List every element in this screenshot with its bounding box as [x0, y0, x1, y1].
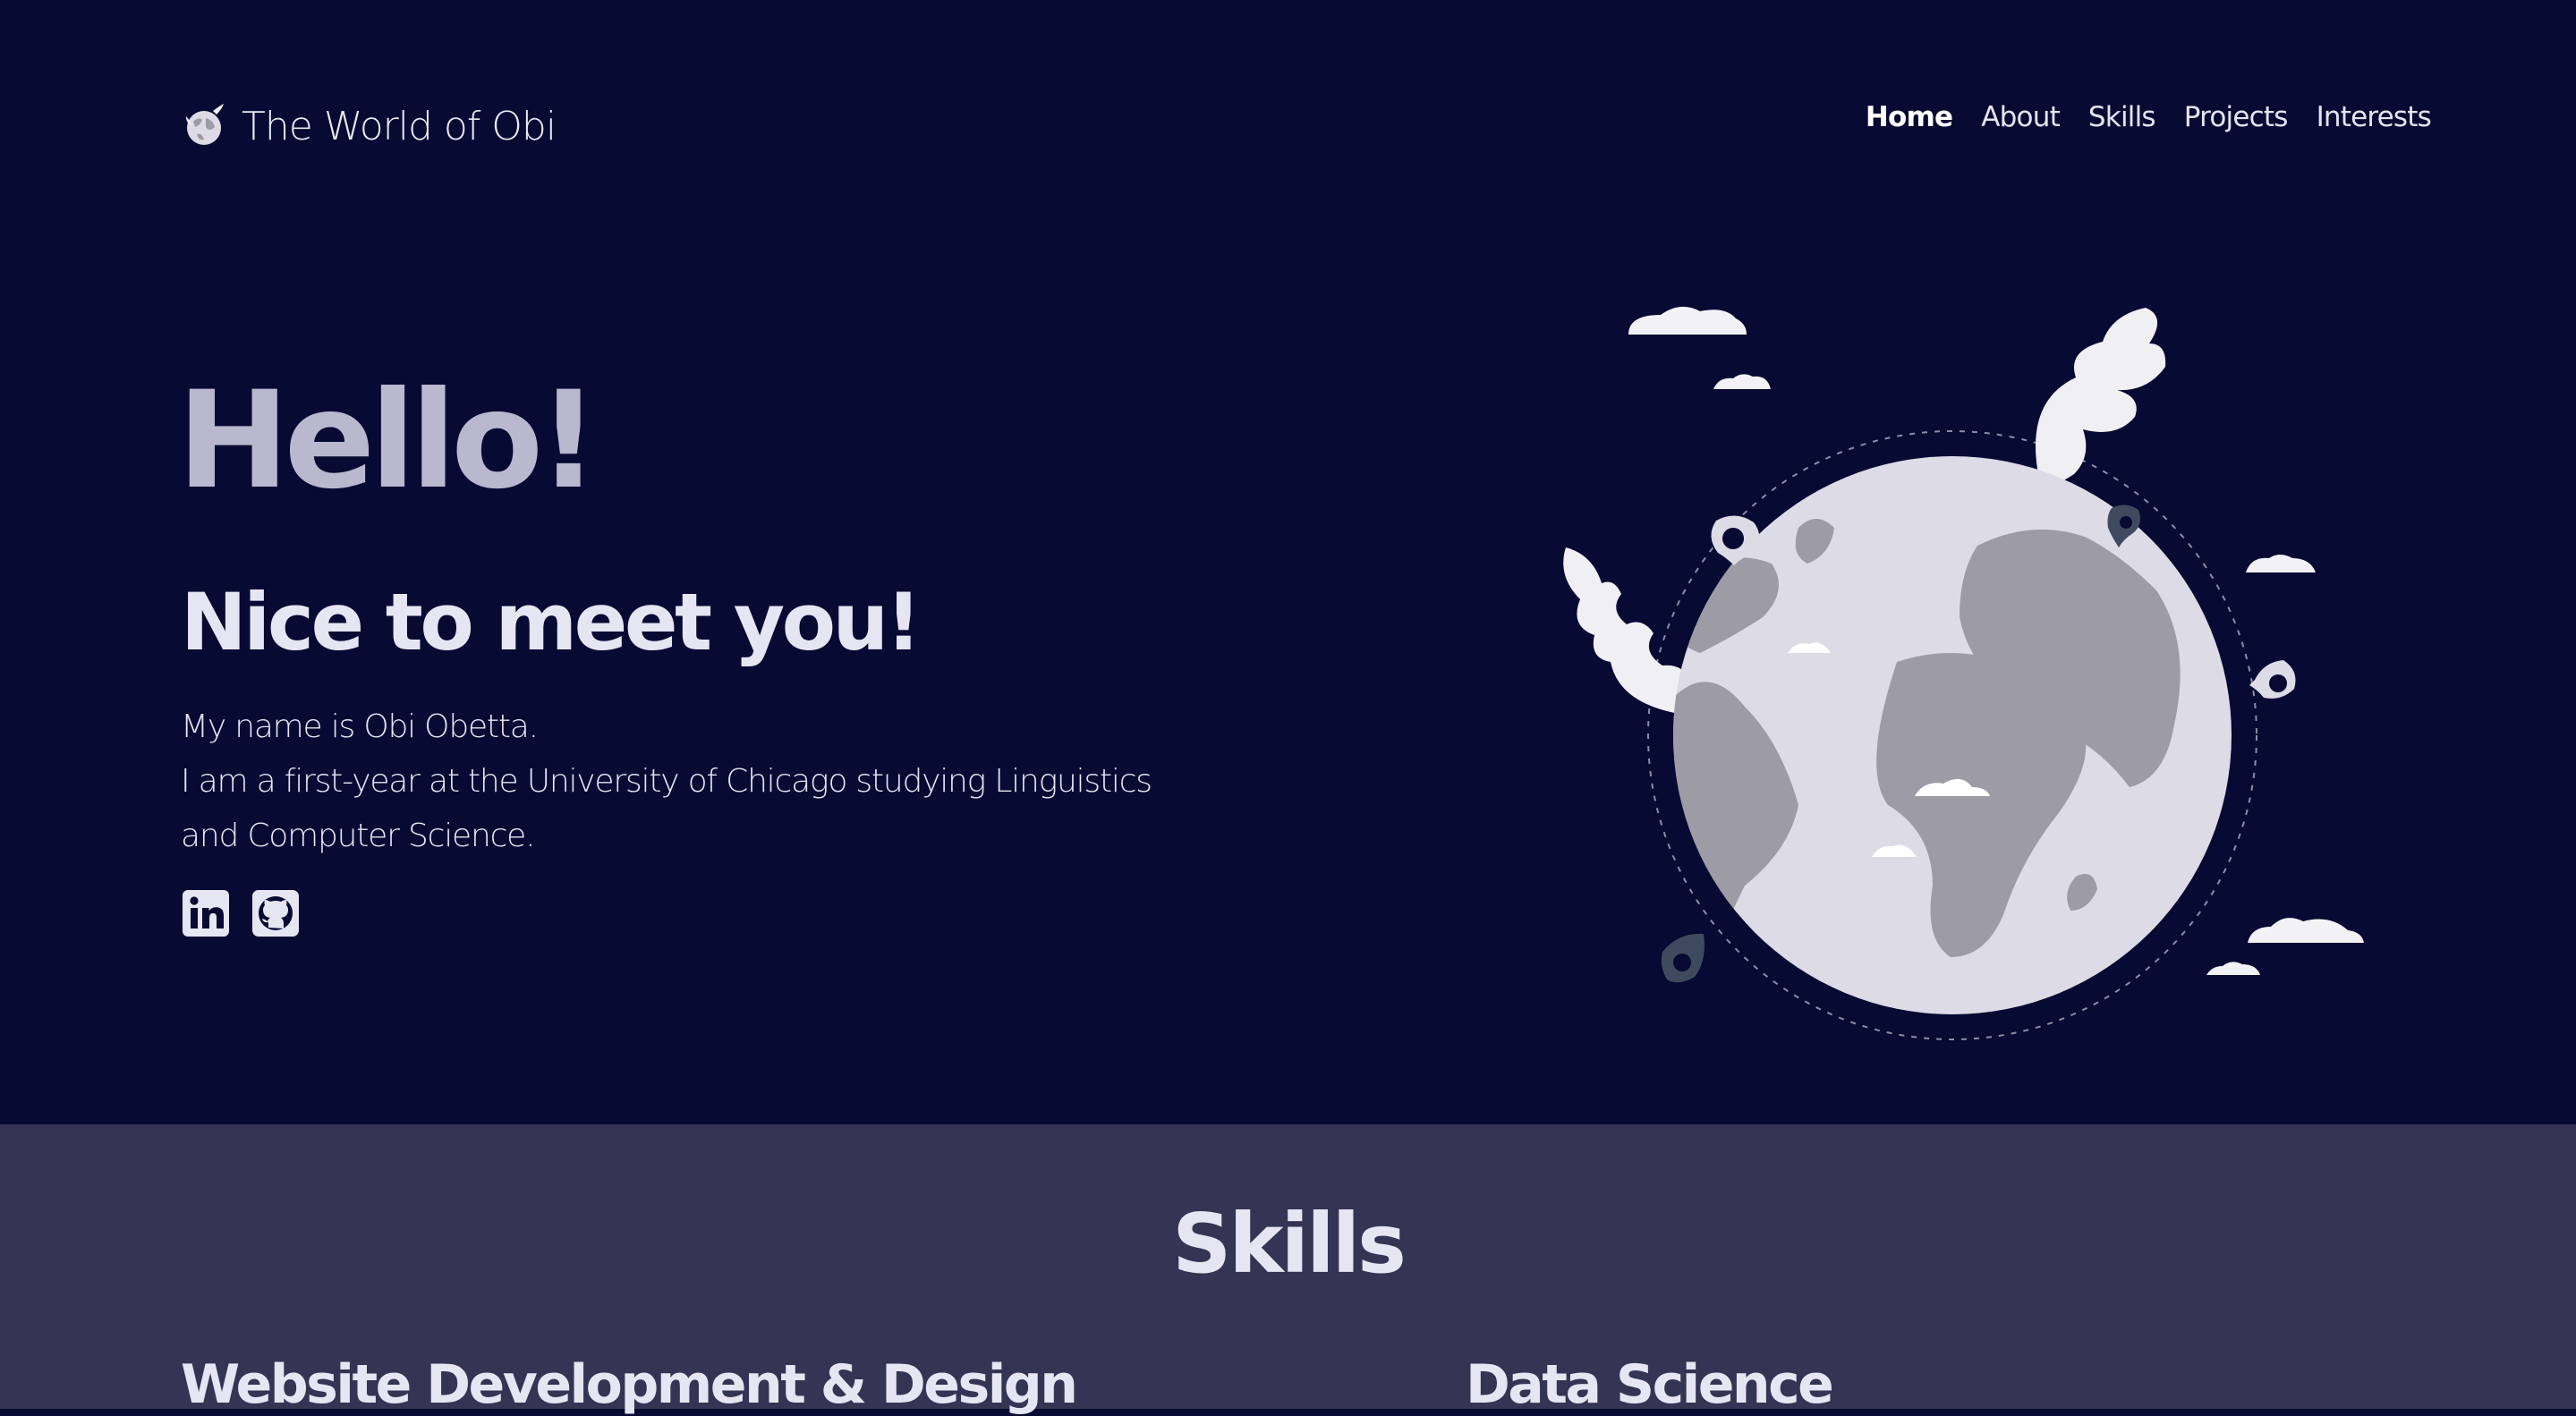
skills-title: Skills: [1172, 1196, 1407, 1292]
cloud-shape: [1713, 374, 1771, 389]
map-pin-icon: [2249, 660, 2296, 699]
cloud-shape: [2206, 962, 2260, 975]
intro-line-study: I am a first-year at the University of C…: [181, 763, 1152, 854]
intro-line-name: My name is Obi Obetta.: [181, 708, 539, 745]
linkedin-icon[interactable]: [181, 888, 231, 938]
leaf-shape: [1563, 547, 1693, 716]
github-icon[interactable]: [251, 888, 301, 938]
intro-text: My name is Obi Obetta. I am a first-year…: [181, 700, 1183, 863]
social-links: [181, 888, 301, 938]
hero-section: The World of Obi Home About Skills Proje…: [0, 0, 2576, 1124]
skill-category-data: Data Science: [1466, 1353, 1834, 1416]
brand-link[interactable]: The World of Obi: [181, 98, 557, 154]
map-pin-icon: [1661, 933, 1705, 983]
main-nav: Home About Skills Projects Interests: [1866, 97, 2432, 138]
cloud-shape: [2248, 918, 2364, 943]
nav-interests[interactable]: Interests: [2317, 101, 2432, 133]
skill-category-web: Website Development & Design: [181, 1353, 1078, 1416]
nav-projects[interactable]: Projects: [2184, 101, 2289, 133]
greeting-heading: Hello!: [177, 363, 599, 519]
globe-illustration: [1563, 306, 2364, 1040]
nav-home[interactable]: Home: [1866, 101, 1953, 133]
leaf-shape: [2036, 308, 2166, 487]
nav-skills[interactable]: Skills: [2088, 101, 2156, 133]
globe-logo-icon: [186, 104, 224, 145]
cloud-shape: [1628, 306, 1747, 335]
brand-title: The World of Obi: [242, 103, 557, 149]
nav-about[interactable]: About: [1981, 101, 2060, 133]
subheading: Nice to meet you!: [181, 576, 922, 668]
cloud-shape: [2246, 555, 2316, 572]
